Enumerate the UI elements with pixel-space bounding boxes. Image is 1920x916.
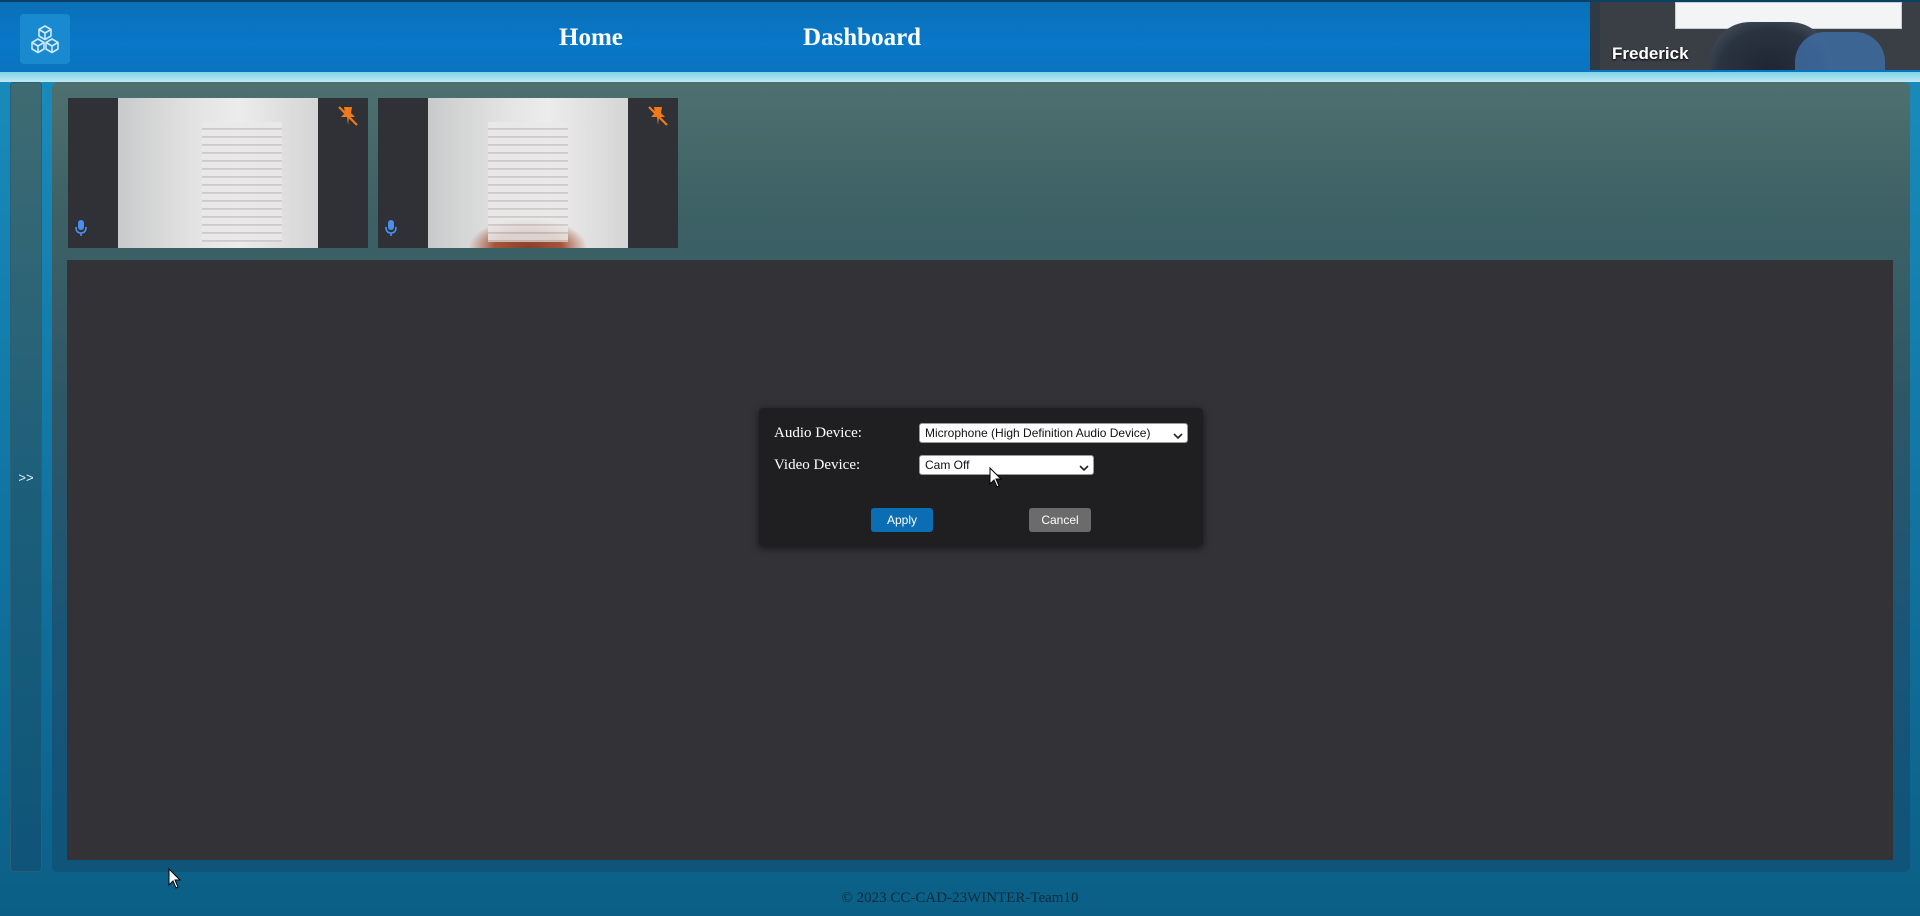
top-bar: Home Dashboard Frederick: [0, 0, 1920, 72]
audio-device-value: Microphone (High Definition Audio Device…: [925, 426, 1151, 440]
mouse-cursor-icon: [989, 467, 1003, 488]
apply-button[interactable]: Apply: [871, 508, 933, 532]
nav-home-link[interactable]: Home: [559, 24, 623, 52]
video-device-value: Cam Off: [925, 458, 970, 472]
pin-off-icon[interactable]: [336, 104, 360, 133]
nav-dashboard-link[interactable]: Dashboard: [803, 24, 921, 52]
audio-device-label: Audio Device:: [774, 425, 862, 441]
cubes-icon[interactable]: [20, 14, 70, 64]
video-device-label: Video Device:: [774, 457, 861, 473]
collapsed-sidebar: >>: [10, 82, 42, 872]
participant-tile[interactable]: [378, 98, 678, 248]
microphone-icon: [384, 219, 398, 242]
pin-off-icon[interactable]: [646, 104, 670, 133]
chevron-down-icon: [1079, 461, 1089, 474]
main-video-stage: [67, 260, 1893, 860]
video-device-select[interactable]: Cam Off: [919, 455, 1094, 475]
participant-video: [428, 98, 628, 248]
participant-tile[interactable]: [68, 98, 368, 248]
sidebar-expand-button[interactable]: >>: [18, 470, 33, 485]
audio-device-select[interactable]: Microphone (High Definition Audio Device…: [919, 423, 1188, 443]
header-divider: [0, 72, 1920, 82]
self-video-preview: Frederick: [1590, 2, 1920, 70]
device-settings-dialog: Audio Device: Microphone (High Definitio…: [759, 408, 1203, 546]
microphone-icon: [74, 219, 88, 242]
self-name-label: Frederick: [1612, 44, 1689, 63]
participant-video: [118, 98, 318, 248]
cancel-button[interactable]: Cancel: [1029, 508, 1091, 532]
footer-copyright: © 2023 CC-CAD-23WINTER-Team10: [841, 890, 1079, 906]
chevron-down-icon: [1173, 429, 1183, 442]
mouse-cursor-icon: [168, 868, 182, 889]
